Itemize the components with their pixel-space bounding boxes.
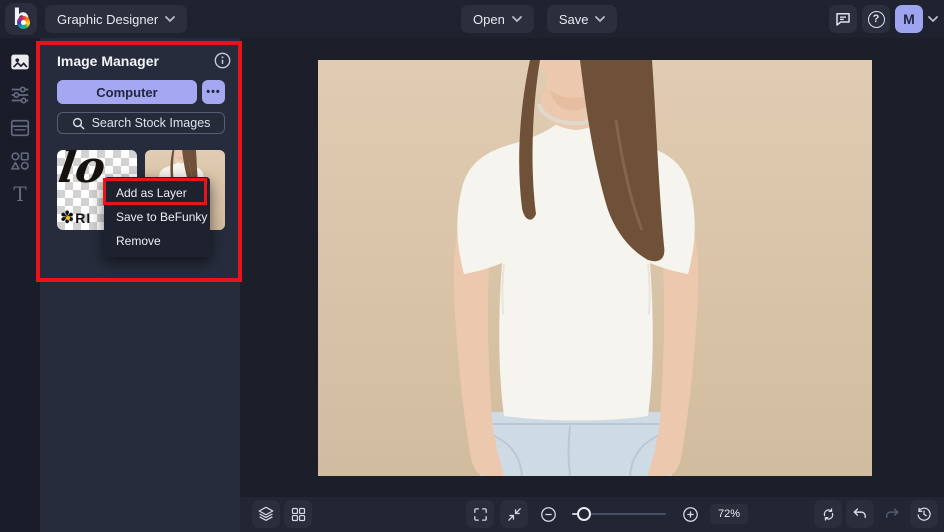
feedback-button[interactable]: [829, 5, 857, 33]
topbar: b Graphic Designer Open Save: [0, 0, 944, 38]
open-button-label: Open: [473, 11, 505, 27]
menu-item-add-as-layer[interactable]: Add as Layer: [104, 181, 210, 205]
befunky-logo[interactable]: b: [5, 3, 37, 35]
text-icon: T: [13, 182, 27, 206]
sliders-icon: [11, 86, 29, 104]
chevron-down-icon: [165, 16, 176, 22]
sync-icon: [823, 507, 833, 521]
logo-caption-text: RI: [75, 209, 92, 226]
layers-icon: [258, 506, 274, 521]
zoom-slider-knob[interactable]: [577, 507, 591, 521]
avatar[interactable]: M: [895, 5, 923, 33]
computer-upload-button[interactable]: Computer: [57, 80, 197, 104]
image-icon: [11, 54, 29, 70]
info-icon[interactable]: [214, 52, 231, 69]
grid-icon: [291, 507, 305, 521]
redo-icon: [886, 508, 899, 519]
layout-icon: [10, 119, 30, 137]
save-button[interactable]: Save: [546, 5, 618, 33]
logo-script-text: lo: [57, 150, 109, 193]
history-button[interactable]: [910, 500, 938, 528]
chevron-down-icon: [511, 16, 522, 22]
sidebar-item-image-manager[interactable]: [6, 51, 34, 73]
sidebar-item-text[interactable]: T: [6, 183, 34, 205]
canvas-image-tshirt-model[interactable]: [318, 60, 872, 476]
shapes-icon: [11, 152, 29, 170]
sidebar-item-graphics[interactable]: [6, 150, 34, 172]
undo-button[interactable]: [846, 500, 874, 528]
design-canvas[interactable]: [240, 38, 944, 497]
minus-circle-icon: [540, 506, 556, 522]
panel-title: Image Manager: [57, 53, 159, 69]
open-button[interactable]: Open: [461, 5, 534, 33]
image-manager-panel: Image Manager Computer ••• Search Stock …: [40, 38, 240, 532]
befunky-app: b Graphic Designer Open Save: [0, 0, 944, 532]
fullscreen-icon: [473, 507, 487, 521]
reset-button[interactable]: [814, 500, 842, 528]
fit-to-screen-button[interactable]: [500, 500, 528, 528]
zoom-out-button[interactable]: [534, 500, 562, 528]
mode-selector-label: Graphic Designer: [57, 11, 159, 27]
zoom-slider[interactable]: [572, 500, 666, 528]
zoom-in-button[interactable]: [676, 500, 704, 528]
history-clock-icon: [917, 507, 931, 521]
bottom-toolbar: 72%: [240, 497, 944, 532]
question-mark-icon: ?: [867, 10, 885, 28]
save-button-label: Save: [558, 11, 589, 27]
sidebar-item-customize[interactable]: [6, 84, 34, 106]
menu-item-remove[interactable]: Remove: [104, 229, 210, 253]
sidebar-item-templates[interactable]: [6, 117, 34, 139]
help-button[interactable]: ?: [862, 5, 890, 33]
search-placeholder: Search Stock Images: [91, 116, 211, 130]
zoom-level-badge: 72%: [710, 504, 748, 524]
menu-item-save-to-befunky[interactable]: Save to BeFunky: [104, 205, 210, 229]
thumbnail-context-menu: Add as Layer Save to BeFunky Remove: [104, 177, 210, 257]
fullscreen-button[interactable]: [466, 500, 494, 528]
layers-button[interactable]: [252, 500, 280, 528]
account-chevron-down-icon[interactable]: [928, 16, 938, 22]
pages-button[interactable]: [284, 500, 312, 528]
fit-screen-icon: [507, 507, 521, 521]
more-sources-button[interactable]: •••: [202, 80, 225, 104]
color-wheel-icon: [17, 16, 30, 29]
flower-icon: ✽: [60, 208, 75, 227]
stock-image-search[interactable]: Search Stock Images: [57, 112, 225, 134]
search-icon: [72, 117, 84, 129]
undo-icon: [853, 508, 866, 519]
chat-bubble-icon: [836, 13, 850, 26]
plus-circle-icon: [682, 506, 698, 522]
redo-button[interactable]: [878, 500, 906, 528]
mode-selector[interactable]: Graphic Designer: [45, 5, 188, 33]
tool-sidebar: T: [0, 38, 40, 532]
chevron-down-icon: [595, 16, 606, 22]
